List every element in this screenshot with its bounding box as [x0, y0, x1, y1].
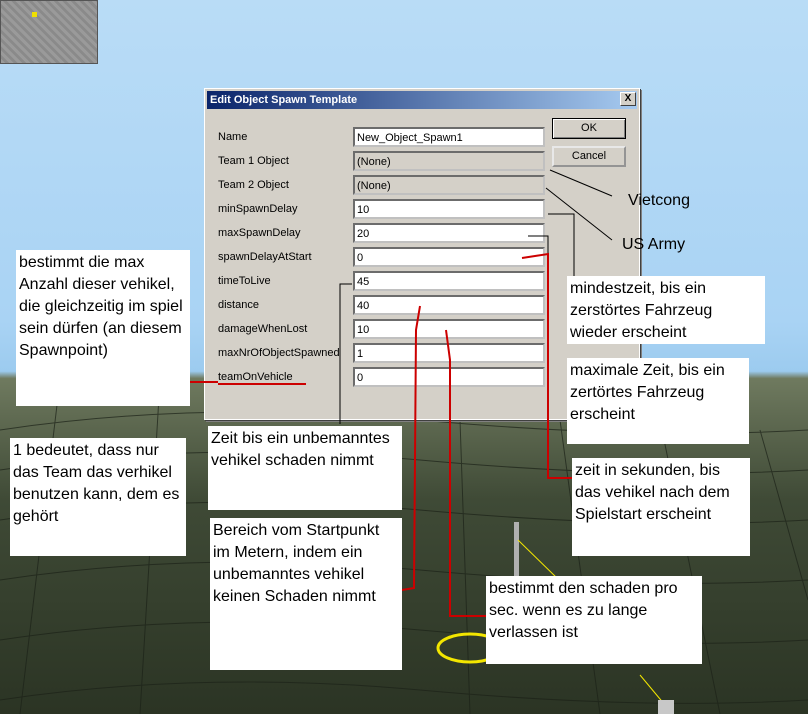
- label-spawn-delay-at-start: spawnDelayAtStart: [218, 251, 312, 263]
- min-spawn-delay-input[interactable]: 10: [353, 199, 545, 219]
- note-distance: Bereich vom Startpunkt im Metern, indem …: [210, 518, 402, 670]
- time-to-live-input[interactable]: 45: [353, 271, 545, 291]
- spawn-delay-at-start-input[interactable]: 0: [353, 247, 545, 267]
- dialog-title: Edit Object Spawn Template: [210, 94, 358, 106]
- minimap: [0, 0, 98, 64]
- note-min-spawn-delay: mindestzeit, bis ein zerstörtes Fahrzeug…: [567, 276, 765, 344]
- ok-button[interactable]: OK: [552, 118, 626, 139]
- label-max-nr-of-object-spawned: maxNrOfObjectSpawned: [218, 347, 340, 359]
- minimap-marker: [32, 12, 37, 17]
- note-damage-when-lost: bestimmt den schaden pro sec. wenn es zu…: [486, 576, 702, 664]
- label-time-to-live: timeToLive: [218, 275, 271, 287]
- note-time-to-live: Zeit bis ein unbemanntes vehikel schaden…: [208, 426, 402, 510]
- damage-when-lost-input[interactable]: 10: [353, 319, 545, 339]
- note-team-on-vehicle: 1 bedeutet, dass nur das Team das verhik…: [10, 438, 186, 556]
- dialog-titlebar[interactable]: Edit Object Spawn Template: [207, 91, 637, 109]
- label-max-spawn-delay: maxSpawnDelay: [218, 227, 301, 239]
- label-vietcong: Vietcong: [628, 192, 690, 209]
- label-name: Name: [218, 131, 248, 143]
- label-team-on-vehicle: teamOnVehicle: [218, 371, 293, 383]
- note-max-count: bestimmt die max Anzahl dieser vehikel, …: [16, 250, 190, 406]
- label-damage-when-lost: damageWhenLost: [218, 323, 308, 335]
- label-distance: distance: [218, 299, 259, 311]
- cancel-button[interactable]: Cancel: [552, 146, 626, 167]
- note-max-spawn-delay: maximale Zeit, bis ein zertörtes Fahrzeu…: [567, 358, 749, 444]
- team1-object-select[interactable]: (None): [353, 151, 545, 171]
- max-spawn-delay-input[interactable]: 20: [353, 223, 545, 243]
- team-on-vehicle-input[interactable]: 0: [353, 367, 545, 387]
- label-team1-object: Team 1 Object: [218, 155, 289, 167]
- close-button[interactable]: X: [620, 92, 636, 106]
- label-min-spawn-delay: minSpawnDelay: [218, 203, 298, 215]
- note-spawn-delay-at-start: zeit in sekunden, bis das vehikel nach d…: [572, 458, 750, 556]
- max-nr-of-object-spawned-input[interactable]: 1: [353, 343, 545, 363]
- distance-input[interactable]: 40: [353, 295, 545, 315]
- name-input[interactable]: New_Object_Spawn1: [353, 127, 545, 147]
- label-us-army: US Army: [622, 236, 686, 253]
- team2-object-select[interactable]: (None): [353, 175, 545, 195]
- label-team2-object: Team 2 Object: [218, 179, 289, 191]
